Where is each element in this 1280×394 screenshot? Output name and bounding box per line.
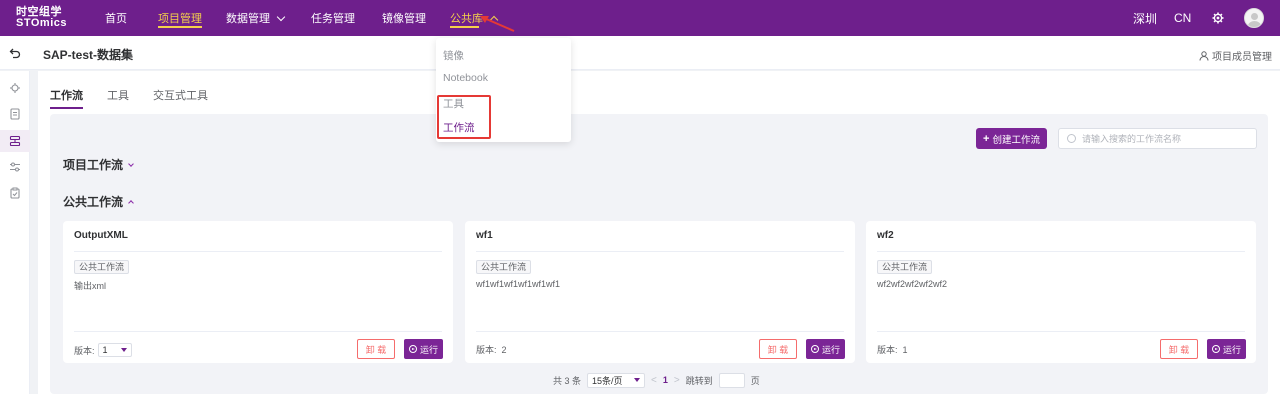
workflow-card: wf1 公共工作流 wf1wf1wf1wf1wf1wf1 版本: 2 卸 载 运… <box>465 221 855 363</box>
play-icon <box>810 345 819 353</box>
tab-tools[interactable]: 工具 <box>107 87 129 109</box>
divider <box>74 331 442 332</box>
current-page[interactable]: 1 <box>663 375 668 385</box>
nav-task-management[interactable]: 任务管理 <box>311 0 355 36</box>
dropdown-item-notebook[interactable]: Notebook <box>443 72 488 84</box>
project-workflow-section-toggle[interactable]: 项目工作流 <box>63 156 134 173</box>
chevron-up-icon <box>128 200 134 206</box>
search-icon <box>1067 134 1076 143</box>
run-button[interactable]: 运行 <box>806 339 845 359</box>
tab-bar: 工作流 工具 交互式工具 <box>50 87 208 109</box>
pagination: 共 3 条 15条/页 < 1 > 跳转到 页 <box>553 372 760 388</box>
version-row: 版本: 1 <box>877 344 908 356</box>
project-header: SAP-test-数据集 项目成员管理 <box>0 36 1280 70</box>
region-selector[interactable]: 深圳 <box>1133 0 1157 36</box>
unload-button[interactable]: 卸 载 <box>357 339 395 359</box>
left-sidebar <box>0 71 30 394</box>
caret-down-icon <box>634 378 641 382</box>
plus-icon: + <box>983 132 990 145</box>
version-row: 版本: 1 <box>74 343 132 357</box>
overview-icon[interactable] <box>9 82 21 94</box>
unload-button[interactable]: 卸 载 <box>1160 339 1198 359</box>
workflow-description: wf1wf1wf1wf1wf1wf1 <box>476 279 561 289</box>
total-count: 共 3 条 <box>553 375 582 386</box>
chevron-down-icon <box>276 12 286 21</box>
workflow-name: wf2 <box>877 230 894 241</box>
divider <box>877 331 1245 332</box>
divider <box>74 251 442 252</box>
version-row: 版本: 2 <box>476 344 507 356</box>
run-button[interactable]: 运行 <box>1207 339 1246 359</box>
language-selector[interactable]: CN <box>1174 0 1191 36</box>
active-underline <box>450 26 479 28</box>
project-title: SAP-test-数据集 <box>43 48 134 62</box>
page-jump-input[interactable] <box>718 372 745 388</box>
nav-image-management[interactable]: 镜像管理 <box>382 0 426 36</box>
workflow-name: wf1 <box>476 230 493 241</box>
stomics-logo[interactable]: 时空组学 STOmics <box>16 7 67 29</box>
workflow-name: OutputXML <box>74 230 128 241</box>
settings-sliders-icon[interactable] <box>9 161 21 173</box>
version-value: 1 <box>902 344 908 355</box>
version-select[interactable]: 1 <box>97 343 132 357</box>
tab-interactive-tools[interactable]: 交互式工具 <box>153 87 208 109</box>
next-page-icon[interactable]: > <box>674 375 680 386</box>
tab-workflow[interactable]: 工作流 <box>50 87 83 109</box>
nav-data-management[interactable]: 数据管理 <box>226 0 286 36</box>
page-size-select[interactable]: 15条/页 <box>587 372 646 388</box>
red-annotation-arrow <box>480 16 515 32</box>
document-icon[interactable] <box>9 108 21 120</box>
workflow-tag: 公共工作流 <box>877 260 933 274</box>
prev-page-icon[interactable]: < <box>651 375 657 386</box>
project-members-button[interactable]: 项目成员管理 <box>1199 48 1272 63</box>
create-workflow-button[interactable]: + 创建工作流 <box>976 128 1047 149</box>
nav-home[interactable]: 首页 <box>105 0 127 36</box>
version-value: 2 <box>501 344 507 355</box>
run-button[interactable]: 运行 <box>404 339 443 359</box>
divider <box>877 251 1245 252</box>
workflow-card: wf2 公共工作流 wf2wf2wf2wf2wf2 版本: 1 卸 载 运行 <box>866 221 1256 363</box>
divider <box>476 331 844 332</box>
user-icon <box>1199 50 1209 61</box>
red-annotation-box <box>437 95 491 139</box>
workflow-description: 输出xml <box>74 281 106 291</box>
workflow-search-input[interactable]: 请输入搜索的工作流名称 <box>1058 128 1257 149</box>
back-icon[interactable] <box>9 47 21 59</box>
play-icon <box>1211 345 1220 353</box>
dropdown-item-image[interactable]: 镜像 <box>443 48 464 63</box>
gear-icon[interactable] <box>1212 12 1224 24</box>
user-avatar[interactable] <box>1244 8 1264 28</box>
divider <box>476 251 844 252</box>
workflow-card: OutputXML 公共工作流 输出xml 版本: 1 卸 载 运行 <box>63 221 453 363</box>
workflow-tag: 公共工作流 <box>476 260 532 274</box>
chevron-down-icon <box>128 160 134 167</box>
workflow-description: wf2wf2wf2wf2wf2 <box>877 279 948 289</box>
clipboard-icon[interactable] <box>9 187 21 199</box>
caret-down-icon <box>120 348 127 352</box>
active-underline <box>158 26 202 28</box>
nav-project-management[interactable]: 项目管理 <box>158 0 202 36</box>
play-icon <box>408 345 417 353</box>
public-workflow-section-toggle[interactable]: 公共工作流 <box>63 193 134 210</box>
workflow-tag: 公共工作流 <box>74 260 130 274</box>
workflow-icon[interactable] <box>9 135 21 147</box>
unload-button[interactable]: 卸 载 <box>759 339 797 359</box>
